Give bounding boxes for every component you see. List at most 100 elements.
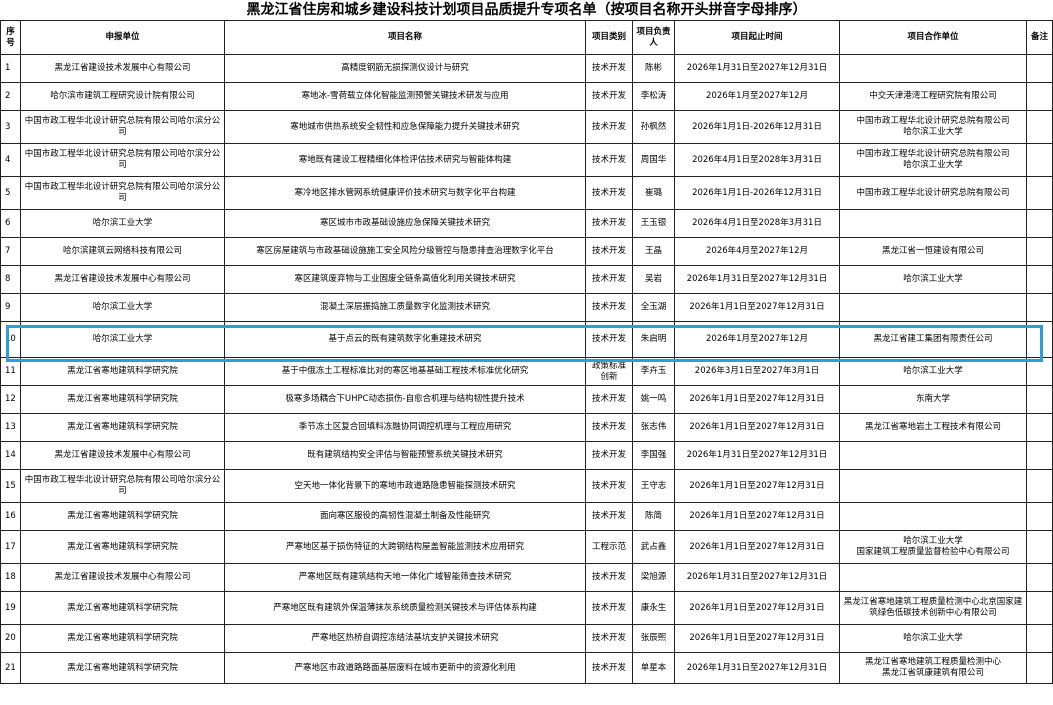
cell-type: 技术开发 xyxy=(585,237,633,266)
cell-period: 2026年1月1日至2027年12月31日 xyxy=(674,530,840,564)
header-partner: 项目合作单位 xyxy=(839,20,1027,55)
cell-period: 2026年1月1日至2027年12月31日 xyxy=(674,385,840,414)
cell-partner: 哈尔滨工业大学 xyxy=(839,624,1027,653)
cell-period: 2026年1月31日至2027年12月31日 xyxy=(674,563,840,592)
cell-note xyxy=(1026,293,1053,322)
cell-note xyxy=(1026,469,1053,503)
cell-idx: 21 xyxy=(0,652,21,684)
cell-idx: 20 xyxy=(0,624,21,653)
cell-note xyxy=(1026,591,1053,625)
cell-partner: 黑龙江省寒地建筑工程质量检测中心 黑龙江省筑康建筑有限公司 xyxy=(839,652,1027,684)
table-row: 4 中国市政工程华北设计研究总院有限公司哈尔滨分公司 寒地既有建设工程精细化体检评估… xyxy=(0,143,1053,177)
cell-unit: 黑龙江省寒地建筑科学研究院 xyxy=(20,530,225,564)
cell-period: 2026年1月1日至2027年12月31日 xyxy=(674,624,840,653)
cell-leader: 周国华 xyxy=(632,143,675,177)
cell-leader: 李国强 xyxy=(632,441,675,470)
cell-period: 2026年1月1日至2027年12月31日 xyxy=(674,502,840,531)
cell-name: 面向寒区服役的高韧性混凝土制备及性能研究 xyxy=(224,502,586,531)
cell-idx: 10 xyxy=(0,321,21,358)
header-note: 备注 xyxy=(1026,20,1053,55)
cell-period: 2026年1月1日至2027年12月31日 xyxy=(674,469,840,503)
cell-name: 严寒地区热桥自调控冻结法基坑支护关键技术研究 xyxy=(224,624,586,653)
cell-unit: 黑龙江省寒地建筑科学研究院 xyxy=(20,652,225,684)
cell-idx: 5 xyxy=(0,176,21,210)
cell-period: 2026年4月1日至2028年3月31日 xyxy=(674,143,840,177)
header-type: 项目类别 xyxy=(585,20,633,55)
cell-type: 技术开发 xyxy=(585,413,633,442)
cell-leader: 单星本 xyxy=(632,652,675,684)
cell-name: 基于中俄冻土工程标准比对的寒区地基基础工程技术标准优化研究 xyxy=(224,357,586,386)
cell-unit: 黑龙江省建设技术发展中心有限公司 xyxy=(20,265,225,294)
cell-name: 严寒地区基于损伤特征的大跨钢结构屋盖智能监测技术应用研究 xyxy=(224,530,586,564)
cell-partner: 中国市政工程华北设计研究总院有限公司 哈尔滨工业大学 xyxy=(839,110,1027,144)
table-header-row: 序号 申报单位 项目名称 项目类别 项目负责人 项目起止时间 项目合作单位 备注 xyxy=(0,20,1053,55)
cell-partner: 黑龙江省建工集团有限责任公司 xyxy=(839,321,1027,358)
table-row: 14 黑龙江省建设技术发展中心有限公司 既有建筑结构安全评估与智能预警系统关键技术研… xyxy=(0,441,1053,470)
table-row: 11 黑龙江省寒地建筑科学研究院 基于中俄冻土工程标准比对的寒区地基基础工程技术标准… xyxy=(0,357,1053,386)
cell-unit: 黑龙江省寒地建筑科学研究院 xyxy=(20,591,225,625)
cell-name: 寒区房屋建筑与市政基础设施施工安全风险分级管控与隐患排查治理数字化平台 xyxy=(224,237,586,266)
cell-partner: 哈尔滨工业大学 国家建筑工程质量监督检验中心有限公司 xyxy=(839,530,1027,564)
cell-type: 技术开发 xyxy=(585,209,633,238)
cell-type: 技术开发 xyxy=(585,265,633,294)
cell-partner: 哈尔滨工业大学 xyxy=(839,265,1027,294)
cell-note xyxy=(1026,357,1053,386)
page-title: 黑龙江省住房和城乡建设科技计划项目品质提升专项名单（按项目名称开头拼音字母排序） xyxy=(246,2,807,18)
cell-leader: 陈简 xyxy=(632,502,675,531)
cell-name: 季节冻土区复合回填料冻融协同调控机理与工程应用研究 xyxy=(224,413,586,442)
cell-note xyxy=(1026,624,1053,653)
cell-period: 2026年3月1日至2027年3月1日 xyxy=(674,357,840,386)
cell-note xyxy=(1026,176,1053,210)
cell-partner: 东南大学 xyxy=(839,385,1027,414)
cell-period: 2026年1月1日至2027年12月31日 xyxy=(674,293,840,322)
cell-type: 技术开发 xyxy=(585,293,633,322)
table-row: 20 黑龙江省寒地建筑科学研究院 严寒地区热桥自调控冻结法基坑支护关键技术研究 技术开… xyxy=(0,624,1053,653)
header-name: 项目名称 xyxy=(224,20,586,55)
cell-leader: 梁旭源 xyxy=(632,563,675,592)
cell-note xyxy=(1026,652,1053,684)
cell-period: 2026年1月至2027年12月 xyxy=(674,321,840,358)
cell-name: 寒区建筑废弃物与工业固废全链条高值化利用关键技术研究 xyxy=(224,265,586,294)
cell-name: 寒冷地区排水管网系统健康评价技术研究与数字化平台构建 xyxy=(224,176,586,210)
cell-unit: 中国市政工程华北设计研究总院有限公司哈尔滨分公司 xyxy=(20,176,225,210)
table-row: 2 哈尔滨市建筑工程研究设计院有限公司 寒地冰-雪荷载立体化智能监测预警关键技术研发… xyxy=(0,82,1053,111)
cell-note xyxy=(1026,413,1053,442)
cell-type: 政策标准创新 xyxy=(585,357,633,386)
cell-type: 技术开发 xyxy=(585,441,633,470)
cell-idx: 16 xyxy=(0,502,21,531)
cell-type: 技术开发 xyxy=(585,82,633,111)
table-row: 7 哈尔滨建筑云网络科技有限公司 寒区房屋建筑与市政基础设施施工安全风险分级管控与隐… xyxy=(0,237,1053,266)
cell-partner: 黑龙江省寒地岩土工程技术有限公司 xyxy=(839,413,1027,442)
table-row: 19 黑龙江省寒地建筑科学研究院 严寒地区既有建筑外保温薄抹灰系统质量检测关键技术与… xyxy=(0,591,1053,625)
cell-unit: 黑龙江省寒地建筑科学研究院 xyxy=(20,357,225,386)
cell-period: 2026年1月1日至2027年12月31日 xyxy=(674,413,840,442)
cell-partner: 黑龙江省寒地建筑工程质量检测中心北京国家建筑绿色低碳技术创新中心有限公司 xyxy=(839,591,1027,625)
cell-note xyxy=(1026,321,1053,358)
table-row: 10 哈尔滨工业大学 基于点云的既有建筑数字化重建技术研究 技术开发 朱启明 2026年1… xyxy=(0,321,1053,358)
cell-leader: 武占鑫 xyxy=(632,530,675,564)
cell-unit: 黑龙江省寒地建筑科学研究院 xyxy=(20,502,225,531)
cell-type: 技术开发 xyxy=(585,54,633,83)
cell-unit: 黑龙江省寒地建筑科学研究院 xyxy=(20,624,225,653)
cell-leader: 张辰熙 xyxy=(632,624,675,653)
table-row: 18 黑龙江省建设技术发展中心有限公司 严寒地区既有建筑结构天地一体化广域智能筛查技… xyxy=(0,563,1053,592)
cell-type: 技术开发 xyxy=(585,321,633,358)
cell-type: 技术开发 xyxy=(585,143,633,177)
cell-type: 技术开发 xyxy=(585,563,633,592)
cell-type: 工程示范 xyxy=(585,530,633,564)
cell-note xyxy=(1026,82,1053,111)
cell-partner xyxy=(839,441,1027,470)
cell-leader: 王玉银 xyxy=(632,209,675,238)
cell-leader: 朱启明 xyxy=(632,321,675,358)
table-row: 9 哈尔滨工业大学 混凝土深层振捣施工质量数字化监测技术研究 技术开发 全玉湖 2026年… xyxy=(0,293,1053,322)
cell-unit: 哈尔滨市建筑工程研究设计院有限公司 xyxy=(20,82,225,111)
cell-unit: 黑龙江省建设技术发展中心有限公司 xyxy=(20,54,225,83)
cell-idx: 11 xyxy=(0,357,21,386)
cell-note xyxy=(1026,143,1053,177)
cell-leader: 康永生 xyxy=(632,591,675,625)
cell-leader: 李卉玉 xyxy=(632,357,675,386)
table-body: 1 黑龙江省建设技术发展中心有限公司 高精度钢筋无损探测仪设计与研究 技术开发 陈彬 20… xyxy=(0,54,1053,684)
cell-unit: 哈尔滨工业大学 xyxy=(20,209,225,238)
cell-idx: 19 xyxy=(0,591,21,625)
cell-partner xyxy=(839,54,1027,83)
